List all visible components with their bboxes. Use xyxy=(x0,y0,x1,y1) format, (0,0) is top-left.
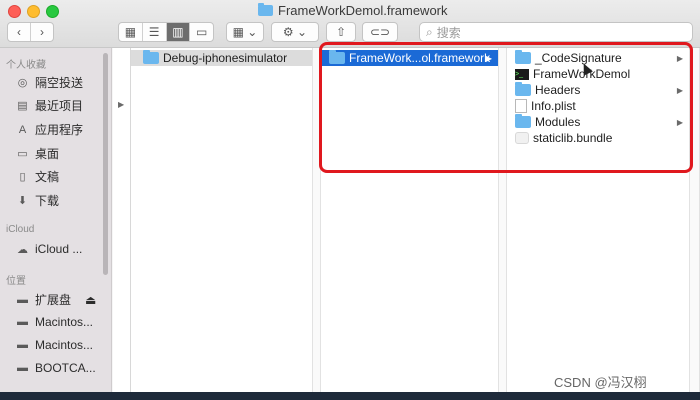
cloud-icon: ☁ xyxy=(17,243,28,256)
minimize-button[interactable] xyxy=(27,5,40,18)
sidebar-item-documents[interactable]: ▯ 文稿 xyxy=(16,168,59,185)
folder-icon xyxy=(515,114,531,128)
sidebar-item-macintosh-2[interactable]: ▬ Macintos... xyxy=(16,338,93,352)
favorites-header: 个人收藏 xyxy=(6,60,46,71)
column-parent: ▶ xyxy=(113,48,131,392)
title-bar: FrameWorkDemol.framework ‹ › ▦ ☰ ▥ ▭ ▦ ⌄… xyxy=(0,0,700,48)
chevron-right-icon: ▶ xyxy=(676,117,683,127)
icloud-header: iCloud xyxy=(6,224,35,235)
bundle-icon xyxy=(515,132,529,144)
sidebar-item-applications[interactable]: A 应用程序 xyxy=(16,121,83,138)
recents-icon: ▤ xyxy=(17,100,28,112)
search-icon: ⌕ xyxy=(426,24,433,39)
sidebar-item-external-disk[interactable]: ▬ 扩展盘 ⏏ xyxy=(16,291,96,308)
share-button[interactable]: ⇧ xyxy=(326,22,356,42)
finder-window: FrameWorkDemol.framework ‹ › ▦ ☰ ▥ ▭ ▦ ⌄… xyxy=(0,0,700,392)
folder-icon xyxy=(515,50,531,64)
view-mode-group: ▦ ☰ ▥ ▭ xyxy=(118,22,214,42)
list-item-framework[interactable]: FrameWork...ol.framework ▶ xyxy=(321,50,498,66)
sidebar: 个人收藏 ◎ 隔空投送 ▤ 最近项目 A 应用程序 ▭ 桌面 ▯ 文稿 ⬇ 下载… xyxy=(0,48,112,392)
close-button[interactable] xyxy=(8,5,21,18)
watermark: CSDN @冯汉栩 xyxy=(554,375,647,390)
folder-icon xyxy=(515,82,531,96)
sidebar-item-downloads[interactable]: ⬇ 下载 xyxy=(16,192,59,209)
column-3: _CodeSignature ▶ >_ FrameWorkDemol Heade… xyxy=(507,48,690,392)
airdrop-icon: ◎ xyxy=(17,77,28,89)
list-item-framework-binary[interactable]: >_ FrameWorkDemol xyxy=(507,66,689,82)
list-item-codesignature[interactable]: _CodeSignature ▶ xyxy=(507,50,689,66)
list-view-button[interactable]: ☰ xyxy=(143,23,167,41)
search-placeholder: 搜索 xyxy=(436,25,461,40)
chevron-right-icon: ▶ xyxy=(676,53,683,63)
action-button[interactable]: ⚙ ⌄ xyxy=(271,22,319,42)
sidebar-item-desktop[interactable]: ▭ 桌面 xyxy=(16,145,59,162)
list-item-headers[interactable]: Headers ▶ xyxy=(507,82,689,98)
icon-view-button[interactable]: ▦ xyxy=(119,23,143,41)
group-button[interactable]: ▦ ⌄ xyxy=(226,22,264,42)
sidebar-scrollbar[interactable] xyxy=(103,53,108,275)
list-item-modules[interactable]: Modules ▶ xyxy=(507,114,689,130)
chevron-right-icon: ▶ xyxy=(118,100,125,109)
drive-icon: ▬ xyxy=(17,316,28,328)
sidebar-item-bootcamp[interactable]: ▬ BOOTCA... xyxy=(16,361,96,375)
window-title: FrameWorkDemol.framework xyxy=(258,3,448,18)
window-title-text: FrameWorkDemol.framework xyxy=(278,3,448,18)
locations-header: 位置 xyxy=(6,276,26,287)
chevron-right-icon: ▶ xyxy=(676,85,683,95)
folder-icon xyxy=(143,50,159,64)
applications-icon: A xyxy=(18,123,27,136)
drive-icon: ▬ xyxy=(17,339,28,351)
documents-icon: ▯ xyxy=(19,171,26,183)
nav-button-group: ‹ › xyxy=(7,22,54,42)
chevron-right-icon: ▶ xyxy=(485,53,492,63)
tag-button[interactable]: ⊂⊃ xyxy=(362,22,398,42)
column-2: FrameWork...ol.framework ▶ xyxy=(321,48,499,392)
back-button[interactable]: ‹ xyxy=(8,23,31,41)
column-view-button[interactable]: ▥ xyxy=(166,23,191,41)
downloads-icon: ⬇ xyxy=(17,195,28,207)
list-item-staticlib-bundle[interactable]: staticlib.bundle xyxy=(507,130,689,146)
folder-icon xyxy=(329,50,345,64)
zoom-button[interactable] xyxy=(46,5,59,18)
column-divider[interactable] xyxy=(499,48,507,392)
column-divider[interactable] xyxy=(313,48,321,392)
sidebar-item-macintosh-1[interactable]: ▬ Macintos... xyxy=(16,315,93,329)
list-item-debug-iphonesimulator[interactable]: Debug-iphonesimulator xyxy=(131,50,312,66)
eject-icon[interactable]: ⏏ xyxy=(85,293,96,307)
column-divider[interactable] xyxy=(690,48,700,392)
drive-icon: ▬ xyxy=(17,293,28,306)
sidebar-item-airdrop[interactable]: ◎ 隔空投送 xyxy=(16,74,83,91)
column-1: Debug-iphonesimulator xyxy=(131,48,313,392)
desktop-icon: ▭ xyxy=(17,148,28,160)
terminal-executable-icon: >_ xyxy=(515,68,529,80)
folder-icon xyxy=(258,3,273,16)
desktop-background xyxy=(0,392,700,400)
drive-icon: ▬ xyxy=(17,362,28,374)
sidebar-item-recents[interactable]: ▤ 最近项目 xyxy=(16,97,83,114)
list-item-info-plist[interactable]: Info.plist xyxy=(507,98,689,114)
sidebar-item-icloud-drive[interactable]: ☁ iCloud ... xyxy=(16,242,82,256)
gallery-view-button[interactable]: ▭ xyxy=(190,23,213,41)
document-icon xyxy=(515,99,527,113)
search-field[interactable]: ⌕ 搜索 xyxy=(419,22,693,42)
forward-button[interactable]: › xyxy=(31,23,53,41)
